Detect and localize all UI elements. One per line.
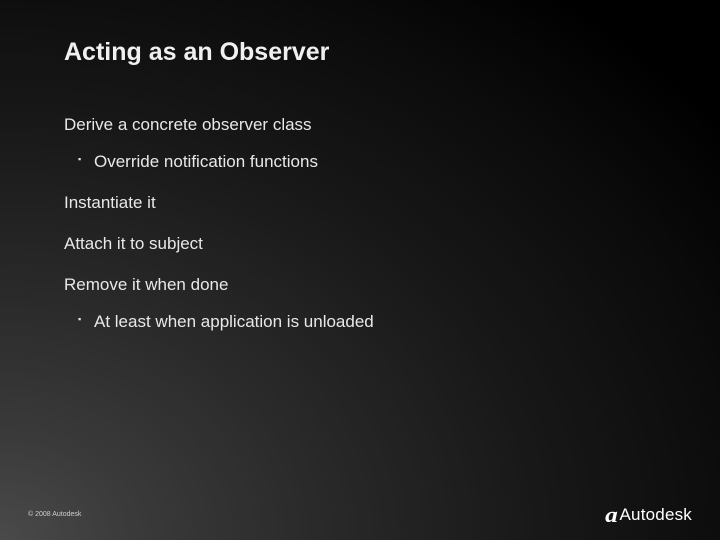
body-item-1: Derive a concrete observer class Overrid… <box>64 114 660 174</box>
body-item-3: Attach it to subject <box>64 233 660 256</box>
slide-body: Derive a concrete observer class Overrid… <box>64 114 660 352</box>
body-item-1-sub-1: Override notification functions <box>94 151 660 174</box>
slide-title: Acting as an Observer <box>64 38 329 67</box>
body-item-1-text: Derive a concrete observer class <box>64 115 312 134</box>
copyright-footer: © 2008 Autodesk <box>28 511 81 518</box>
body-item-4: Remove it when done At least when applic… <box>64 274 660 334</box>
body-item-2: Instantiate it <box>64 192 660 215</box>
body-item-4-text: Remove it when done <box>64 275 228 294</box>
autodesk-logo-text: Autodesk <box>620 505 692 525</box>
autodesk-logo-mark-icon: a <box>605 504 618 526</box>
slide: Acting as an Observer Derive a concrete … <box>0 0 720 540</box>
autodesk-logo: a Autodesk <box>606 504 692 526</box>
body-item-4-sub-1: At least when application is unloaded <box>94 311 660 334</box>
